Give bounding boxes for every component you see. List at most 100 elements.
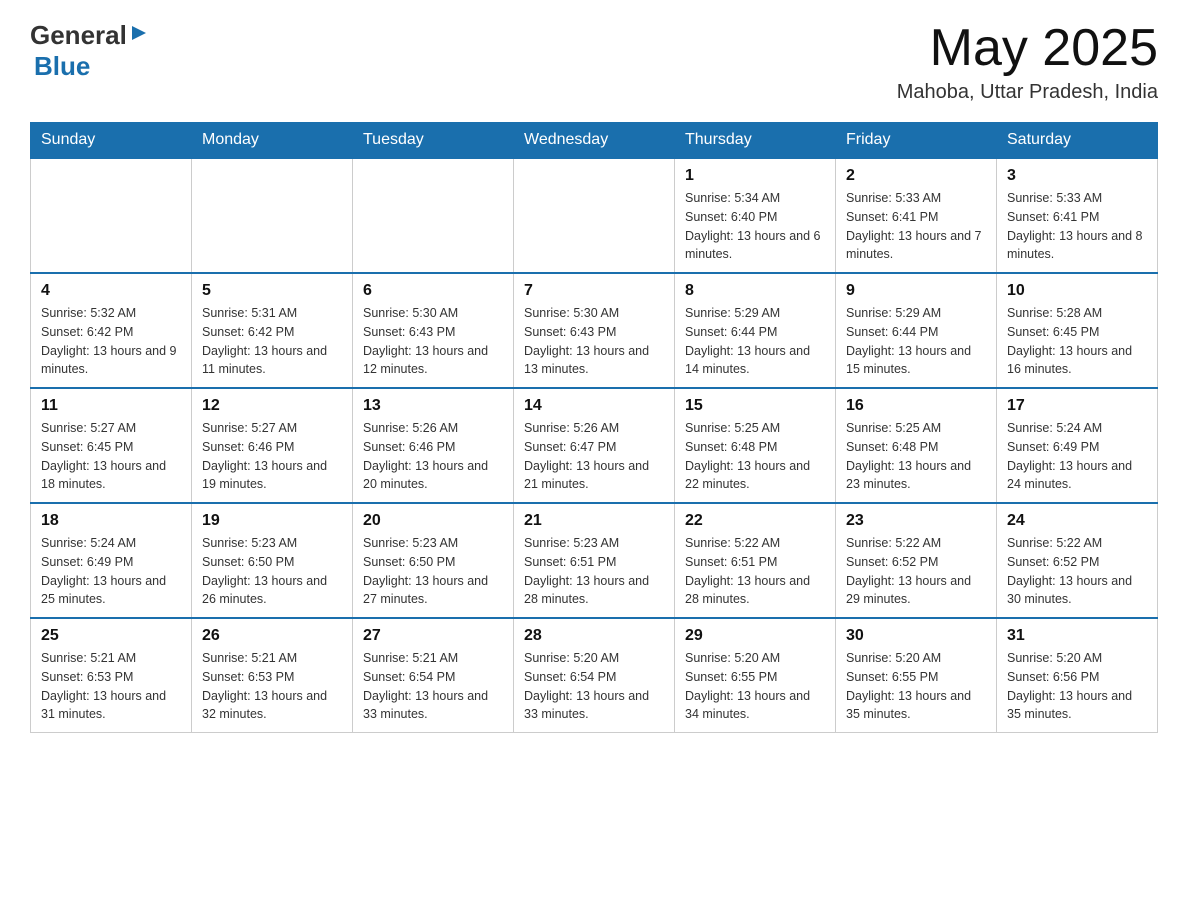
day-number: 15: [685, 397, 825, 415]
day-info: Sunrise: 5:24 AMSunset: 6:49 PMDaylight:…: [41, 534, 181, 609]
header-monday: Monday: [192, 123, 353, 159]
logo-general-text: General: [30, 20, 127, 51]
day-number: 24: [1007, 512, 1147, 530]
day-number: 19: [202, 512, 342, 530]
day-info: Sunrise: 5:21 AMSunset: 6:54 PMDaylight:…: [363, 649, 503, 724]
day-info: Sunrise: 5:22 AMSunset: 6:52 PMDaylight:…: [1007, 534, 1147, 609]
day-info: Sunrise: 5:26 AMSunset: 6:46 PMDaylight:…: [363, 419, 503, 494]
week-row-1: 1Sunrise: 5:34 AMSunset: 6:40 PMDaylight…: [31, 158, 1158, 273]
calendar-cell: 3 Sunrise: 5:33 AMSunset: 6:41 PMDaylight…: [997, 158, 1158, 273]
day-info: Sunrise: 5:23 AMSunset: 6:51 PMDaylight:…: [524, 534, 664, 609]
calendar-cell: 7 Sunrise: 5:30 AMSunset: 6:43 PMDaylight…: [514, 273, 675, 388]
day-number: 2: [846, 167, 986, 185]
calendar-cell: [192, 158, 353, 273]
calendar-cell: 5Sunrise: 5:31 AMSunset: 6:42 PMDaylight…: [192, 273, 353, 388]
calendar-cell: 12 Sunrise: 5:27 AMSunset: 6:46 PMDayligh…: [192, 388, 353, 503]
day-info: Sunrise: 5:33 AMSunset: 6:41 PMDaylight:…: [1007, 189, 1147, 264]
calendar-cell: 29 Sunrise: 5:20 AMSunset: 6:55 PMDayligh…: [675, 618, 836, 733]
calendar-cell: 1Sunrise: 5:34 AMSunset: 6:40 PMDaylight…: [675, 158, 836, 273]
calendar-cell: 13 Sunrise: 5:26 AMSunset: 6:46 PMDayligh…: [353, 388, 514, 503]
day-info: Sunrise: 5:25 AMSunset: 6:48 PMDaylight:…: [846, 419, 986, 494]
day-number: 22: [685, 512, 825, 530]
day-info: Sunrise: 5:27 AMSunset: 6:45 PMDaylight:…: [41, 419, 181, 494]
location-title: Mahoba, Uttar Pradesh, India: [897, 81, 1158, 104]
calendar-cell: 17 Sunrise: 5:24 AMSunset: 6:49 PMDayligh…: [997, 388, 1158, 503]
calendar-cell: [31, 158, 192, 273]
day-info: Sunrise: 5:24 AMSunset: 6:49 PMDaylight:…: [1007, 419, 1147, 494]
calendar-cell: 2 Sunrise: 5:33 AMSunset: 6:41 PMDaylight…: [836, 158, 997, 273]
calendar-cell: 25 Sunrise: 5:21 AMSunset: 6:53 PMDayligh…: [31, 618, 192, 733]
calendar-cell: 14Sunrise: 5:26 AMSunset: 6:47 PMDayligh…: [514, 388, 675, 503]
day-number: 30: [846, 627, 986, 645]
weekday-header-row: Sunday Monday Tuesday Wednesday Thursday…: [31, 123, 1158, 159]
calendar-cell: 23 Sunrise: 5:22 AMSunset: 6:52 PMDayligh…: [836, 503, 997, 618]
header-tuesday: Tuesday: [353, 123, 514, 159]
calendar-cell: 30 Sunrise: 5:20 AMSunset: 6:55 PMDayligh…: [836, 618, 997, 733]
day-number: 3: [1007, 167, 1147, 185]
header-wednesday: Wednesday: [514, 123, 675, 159]
calendar-cell: 27 Sunrise: 5:21 AMSunset: 6:54 PMDayligh…: [353, 618, 514, 733]
day-number: 29: [685, 627, 825, 645]
calendar-cell: 18 Sunrise: 5:24 AMSunset: 6:49 PMDayligh…: [31, 503, 192, 618]
page-header: General Blue May 2025 Mahoba, Uttar Prad…: [30, 20, 1158, 104]
day-info: Sunrise: 5:30 AMSunset: 6:43 PMDaylight:…: [363, 304, 503, 379]
calendar-cell: 11 Sunrise: 5:27 AMSunset: 6:45 PMDayligh…: [31, 388, 192, 503]
day-number: 20: [363, 512, 503, 530]
day-info: Sunrise: 5:20 AMSunset: 6:55 PMDaylight:…: [685, 649, 825, 724]
calendar-cell: 26Sunrise: 5:21 AMSunset: 6:53 PMDayligh…: [192, 618, 353, 733]
week-row-3: 11 Sunrise: 5:27 AMSunset: 6:45 PMDayligh…: [31, 388, 1158, 503]
week-row-2: 4 Sunrise: 5:32 AMSunset: 6:42 PMDaylight…: [31, 273, 1158, 388]
day-info: Sunrise: 5:29 AMSunset: 6:44 PMDaylight:…: [685, 304, 825, 379]
calendar-cell: [514, 158, 675, 273]
day-number: 8: [685, 282, 825, 300]
day-info: Sunrise: 5:21 AMSunset: 6:53 PMDaylight:…: [41, 649, 181, 724]
day-info: Sunrise: 5:28 AMSunset: 6:45 PMDaylight:…: [1007, 304, 1147, 379]
week-row-5: 25 Sunrise: 5:21 AMSunset: 6:53 PMDayligh…: [31, 618, 1158, 733]
calendar-table: Sunday Monday Tuesday Wednesday Thursday…: [30, 122, 1158, 733]
day-number: 28: [524, 627, 664, 645]
day-number: 14: [524, 397, 664, 415]
calendar-cell: 6Sunrise: 5:30 AMSunset: 6:43 PMDaylight…: [353, 273, 514, 388]
day-number: 17: [1007, 397, 1147, 415]
calendar-cell: 28 Sunrise: 5:20 AMSunset: 6:54 PMDayligh…: [514, 618, 675, 733]
day-info: Sunrise: 5:20 AMSunset: 6:54 PMDaylight:…: [524, 649, 664, 724]
day-info: Sunrise: 5:32 AMSunset: 6:42 PMDaylight:…: [41, 304, 181, 379]
day-info: Sunrise: 5:27 AMSunset: 6:46 PMDaylight:…: [202, 419, 342, 494]
day-number: 21: [524, 512, 664, 530]
day-info: Sunrise: 5:22 AMSunset: 6:52 PMDaylight:…: [846, 534, 986, 609]
calendar-cell: 8 Sunrise: 5:29 AMSunset: 6:44 PMDaylight…: [675, 273, 836, 388]
day-number: 11: [41, 397, 181, 415]
day-number: 13: [363, 397, 503, 415]
calendar-cell: 22Sunrise: 5:22 AMSunset: 6:51 PMDayligh…: [675, 503, 836, 618]
day-number: 4: [41, 282, 181, 300]
day-info: Sunrise: 5:20 AMSunset: 6:55 PMDaylight:…: [846, 649, 986, 724]
day-info: Sunrise: 5:29 AMSunset: 6:44 PMDaylight:…: [846, 304, 986, 379]
logo-blue-text: Blue: [34, 51, 90, 82]
day-number: 7: [524, 282, 664, 300]
day-info: Sunrise: 5:33 AMSunset: 6:41 PMDaylight:…: [846, 189, 986, 264]
day-number: 12: [202, 397, 342, 415]
day-number: 16: [846, 397, 986, 415]
day-number: 25: [41, 627, 181, 645]
day-number: 18: [41, 512, 181, 530]
header-thursday: Thursday: [675, 123, 836, 159]
day-number: 31: [1007, 627, 1147, 645]
day-info: Sunrise: 5:30 AMSunset: 6:43 PMDaylight:…: [524, 304, 664, 379]
header-friday: Friday: [836, 123, 997, 159]
day-info: Sunrise: 5:23 AMSunset: 6:50 PMDaylight:…: [202, 534, 342, 609]
day-number: 27: [363, 627, 503, 645]
day-number: 5: [202, 282, 342, 300]
logo: General Blue: [30, 20, 148, 82]
calendar-cell: 21 Sunrise: 5:23 AMSunset: 6:51 PMDayligh…: [514, 503, 675, 618]
day-number: 23: [846, 512, 986, 530]
day-info: Sunrise: 5:23 AMSunset: 6:50 PMDaylight:…: [363, 534, 503, 609]
day-info: Sunrise: 5:25 AMSunset: 6:48 PMDaylight:…: [685, 419, 825, 494]
calendar-cell: 31Sunrise: 5:20 AMSunset: 6:56 PMDayligh…: [997, 618, 1158, 733]
calendar-cell: 19 Sunrise: 5:23 AMSunset: 6:50 PMDayligh…: [192, 503, 353, 618]
month-title: May 2025: [897, 20, 1158, 77]
header-saturday: Saturday: [997, 123, 1158, 159]
header-sunday: Sunday: [31, 123, 192, 159]
day-info: Sunrise: 5:34 AMSunset: 6:40 PMDaylight:…: [685, 189, 825, 264]
day-number: 26: [202, 627, 342, 645]
calendar-cell: 4 Sunrise: 5:32 AMSunset: 6:42 PMDaylight…: [31, 273, 192, 388]
